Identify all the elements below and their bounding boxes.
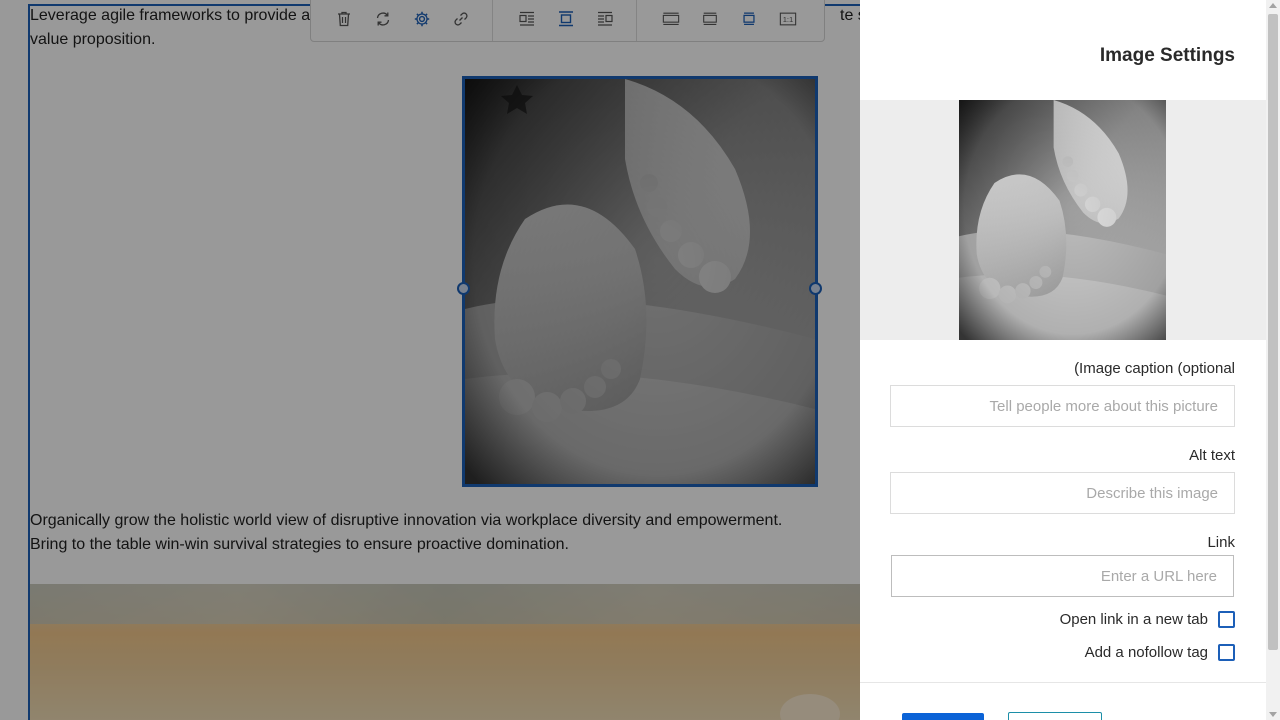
link-url-input[interactable] [891,555,1234,597]
scroll-up-arrow-icon[interactable] [1269,3,1277,8]
alt-text-label: Alt text [1189,447,1235,464]
scroll-down-arrow-icon[interactable] [1269,712,1277,717]
caption-input[interactable] [890,385,1235,427]
caption-label: (Image caption (optional [1074,360,1235,377]
new-tab-row[interactable]: Open link in a new tab [1060,611,1235,628]
editor-canvas: Leverage agile frameworks to provide a t… [0,0,860,720]
cancel-button[interactable] [1008,712,1102,720]
page-scrollbar[interactable] [1266,0,1280,720]
panel-footer-divider [860,682,1266,683]
nofollow-label: Add a nofollow tag [1084,644,1208,661]
scrollbar-thumb[interactable] [1268,14,1278,650]
image-preview [860,100,1266,340]
panel-title: Image Settings [1099,45,1235,66]
link-label: Link [1207,534,1235,551]
alt-text-input[interactable] [890,472,1235,514]
preview-thumbnail [959,100,1166,340]
nofollow-row[interactable]: Add a nofollow tag [1085,644,1235,661]
save-button[interactable] [902,713,984,720]
baby-feet-preview-photo [959,100,1166,340]
modal-overlay[interactable] [0,0,860,720]
nofollow-checkbox[interactable] [1218,644,1235,661]
new-tab-label: Open link in a new tab [1059,611,1208,628]
new-tab-checkbox[interactable] [1218,611,1235,628]
image-settings-panel: Image Settings (Image caption (optional … [860,0,1266,720]
